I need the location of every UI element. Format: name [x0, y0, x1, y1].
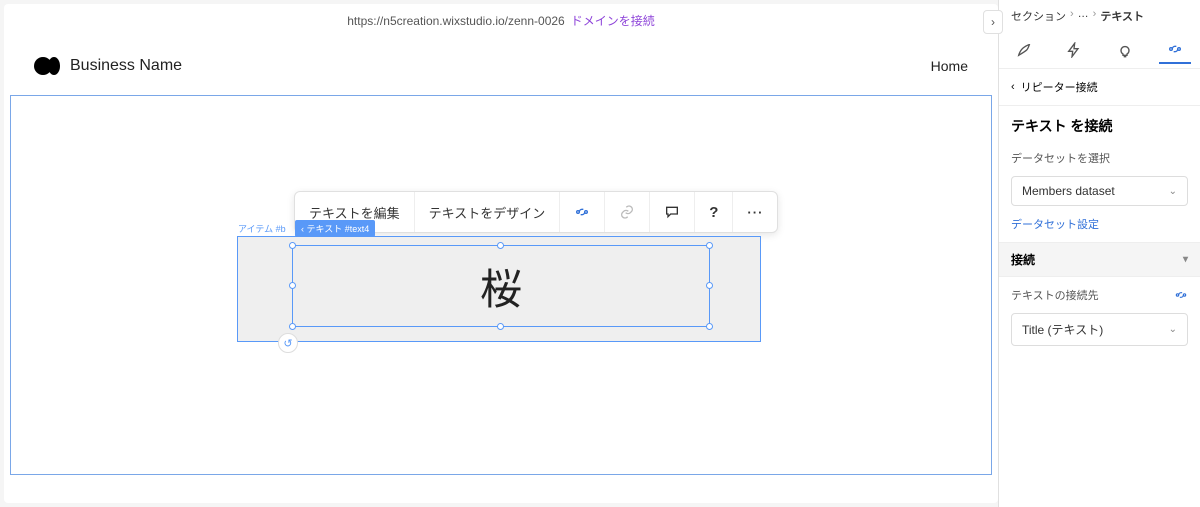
- site-header: Business Name Home: [4, 37, 998, 95]
- more-icon[interactable]: ···: [733, 192, 777, 232]
- undo-icon[interactable]: ↺: [278, 333, 298, 353]
- editor-canvas: https://n5creation.wixstudio.io/zenn-002…: [4, 4, 998, 503]
- inspector-tabs: [999, 32, 1200, 69]
- connect-data-icon[interactable]: [1174, 288, 1188, 302]
- connect-field-value: Title (テキスト): [1022, 321, 1103, 338]
- text-element-label: ‹ テキスト #text4: [295, 220, 375, 237]
- business-name: Business Name: [70, 57, 182, 75]
- text-content: 桜: [480, 256, 522, 317]
- data-tab-icon[interactable]: [1159, 36, 1191, 64]
- dataset-value: Members dataset: [1022, 184, 1115, 198]
- link-icon[interactable]: [605, 192, 650, 232]
- interaction-tab-icon[interactable]: [1058, 36, 1090, 64]
- connect-domain-link[interactable]: ドメインを接続: [571, 12, 655, 29]
- breadcrumb-root[interactable]: セクション: [1011, 8, 1066, 24]
- chevron-right-icon: ›: [1093, 8, 1097, 24]
- inspector-panel: › セクション › … › テキスト ‹ リピーター接続 テキスト を接続 デー…: [998, 0, 1200, 507]
- breadcrumb-current: テキスト: [1100, 8, 1144, 24]
- nav-home[interactable]: Home: [931, 58, 968, 74]
- connect-label: テキストの接続先: [1011, 287, 1099, 303]
- site-url: https://n5creation.wixstudio.io/zenn-002…: [347, 14, 564, 28]
- text-element[interactable]: 桜: [292, 245, 710, 327]
- collapse-panel-button[interactable]: ›: [983, 10, 1003, 34]
- logo-icon: [34, 57, 60, 75]
- chevron-down-icon: ⌄: [1169, 324, 1177, 335]
- breadcrumb: セクション › … › テキスト: [999, 0, 1200, 32]
- repeater-item[interactable]: アイテム #b ‹ テキスト #text4 桜 ↺: [237, 236, 761, 342]
- logo: Business Name: [34, 57, 182, 75]
- connection-header-label: 接続: [1011, 251, 1035, 268]
- back-label: リピーター接続: [1021, 79, 1098, 95]
- dataset-settings-link[interactable]: データセット設定: [999, 212, 1200, 242]
- canvas-section[interactable]: テキストを編集 テキストをデザイン ? ··· アイテム #b ‹ テキスト #…: [10, 95, 992, 475]
- design-tab-icon[interactable]: [1008, 36, 1040, 64]
- caret-down-icon: ▾: [1183, 254, 1188, 265]
- repeater-item-label: アイテム #b: [238, 222, 286, 235]
- effects-tab-icon[interactable]: [1109, 36, 1141, 64]
- help-icon[interactable]: ?: [695, 192, 733, 232]
- chevron-left-icon: ‹: [1011, 81, 1015, 93]
- connect-data-icon[interactable]: [560, 192, 605, 232]
- dataset-label: データセットを選択: [999, 146, 1200, 170]
- dataset-select[interactable]: Members dataset ⌄: [1011, 176, 1188, 206]
- chevron-right-icon: ›: [1070, 8, 1074, 24]
- chevron-down-icon: ⌄: [1169, 186, 1177, 197]
- breadcrumb-mid[interactable]: …: [1078, 8, 1089, 24]
- design-text-button[interactable]: テキストをデザイン: [415, 192, 561, 232]
- back-button[interactable]: ‹ リピーター接続: [999, 69, 1200, 106]
- panel-title: テキスト を接続: [999, 106, 1200, 146]
- connection-header[interactable]: 接続 ▾: [999, 242, 1200, 277]
- url-bar: https://n5creation.wixstudio.io/zenn-002…: [4, 4, 998, 37]
- comment-icon[interactable]: [650, 192, 695, 232]
- connect-field-select[interactable]: Title (テキスト) ⌄: [1011, 313, 1188, 346]
